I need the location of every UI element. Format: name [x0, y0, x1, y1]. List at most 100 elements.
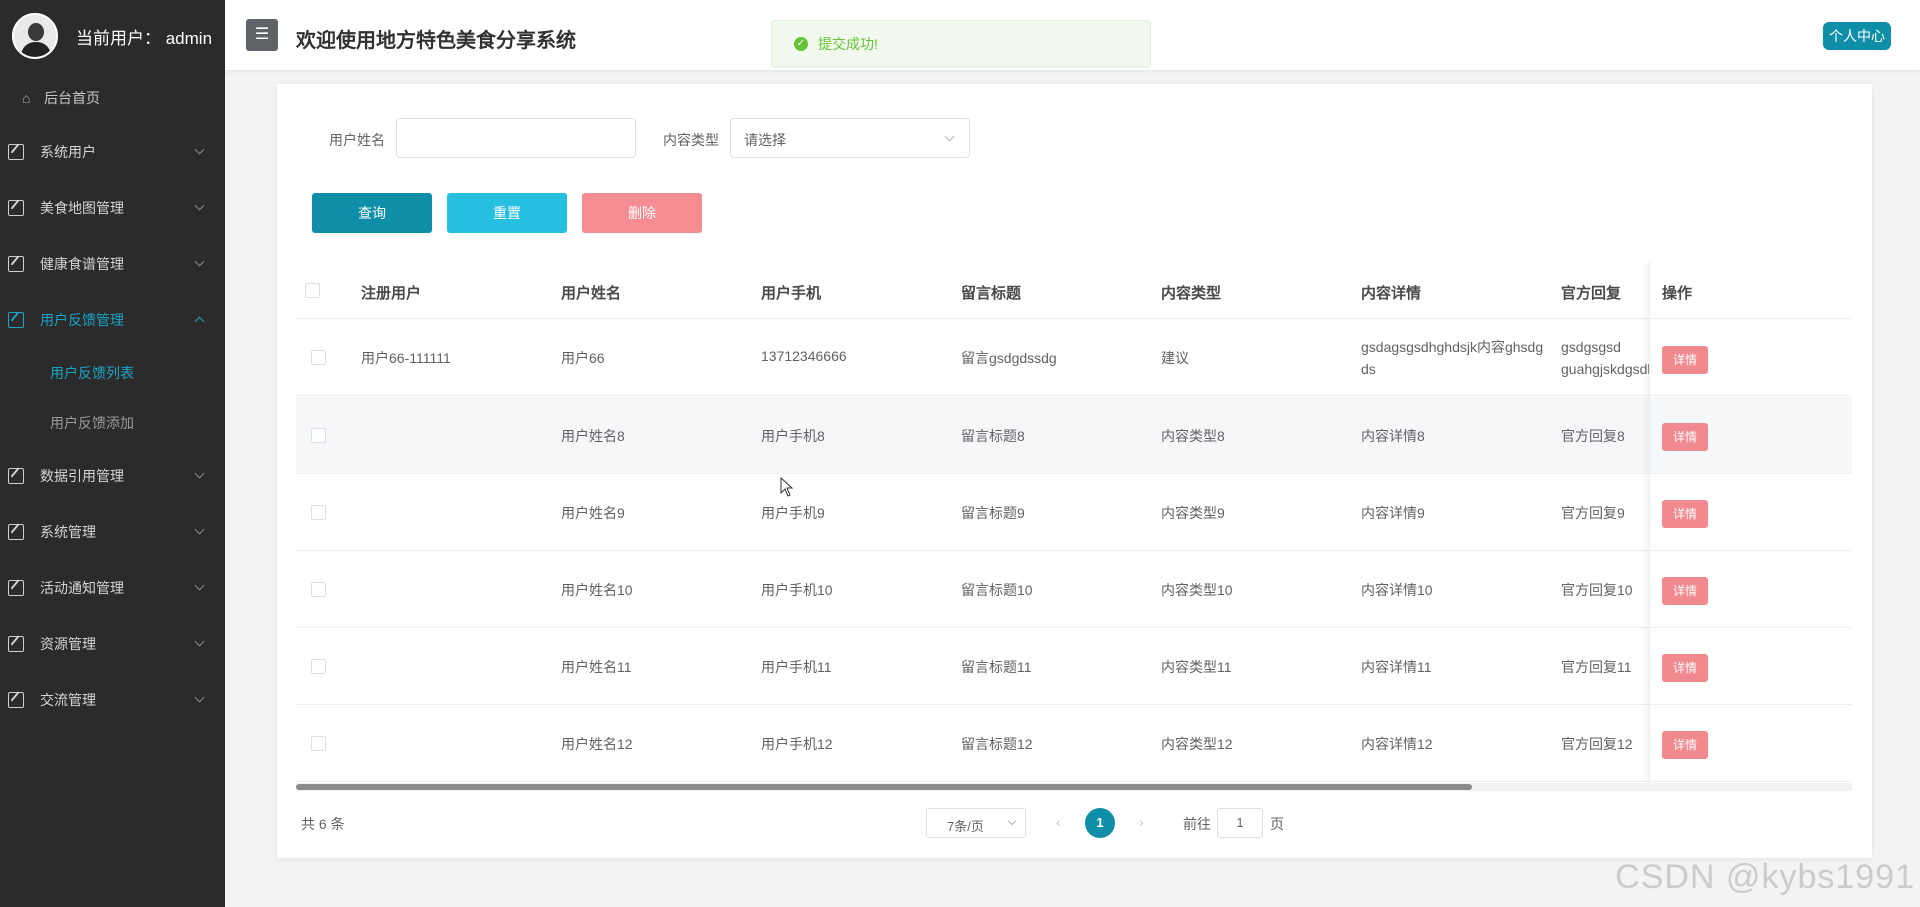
detail-button[interactable]: 详情: [1662, 346, 1708, 374]
row-checkbox[interactable]: [311, 582, 326, 597]
type-filter-select[interactable]: 请选择: [730, 118, 970, 158]
sidebar-item-label: 用户反馈管理: [40, 312, 124, 328]
edit-icon: [8, 312, 24, 328]
table-header: 注册用户 用户姓名 用户手机 留言标题 内容类型 内容详情 官方回复 操作: [296, 262, 1852, 319]
cell-title: 留言gsdgdssdg: [961, 350, 1057, 366]
cell-reply: 官方回复10: [1561, 582, 1633, 598]
cell-reply: 官方回复12: [1561, 736, 1633, 752]
name-filter-label: 用户姓名: [329, 132, 385, 148]
sidebar-item-resources[interactable]: 资源管理: [0, 616, 225, 672]
cell-content: 内容详情10: [1361, 582, 1433, 598]
cell-title: 留言标题10: [961, 582, 1033, 598]
main-card: 用户姓名 内容类型 请选择 查询 重置 删除 注册用户 用户姓名 用户手机 留言…: [277, 84, 1872, 858]
type-filter-value: 请选择: [744, 132, 786, 148]
cell-title: 留言标题11: [961, 659, 1032, 675]
cell-phone: 用户手机9: [761, 505, 825, 521]
name-filter-input[interactable]: [396, 118, 636, 158]
sidebar-item-activity-notice[interactable]: 活动通知管理: [0, 560, 225, 616]
personal-center-button[interactable]: 个人中心: [1823, 22, 1891, 50]
chevron-down-icon: [194, 144, 205, 155]
sidebar: 当前用户： admin ⌂ 后台首页 系统用户 美食地图管理 健康食谱管理 用户…: [0, 0, 225, 907]
menu-toggle-icon[interactable]: ☰: [246, 19, 278, 51]
sidebar-subitem-feedback-list[interactable]: 用户反馈列表: [0, 348, 225, 398]
scrollbar-thumb[interactable]: [296, 784, 1472, 790]
query-button[interactable]: 查询: [312, 193, 432, 233]
delete-button[interactable]: 删除: [582, 193, 702, 233]
cell-type: 内容类型12: [1161, 736, 1233, 752]
table-row: 用户姓名10 用户手机10 留言标题10 内容类型10 内容详情10 官方回复1…: [296, 551, 1852, 628]
cell-phone: 13712346666: [761, 348, 847, 364]
sidebar-item-label: 健康食谱管理: [40, 256, 124, 272]
cell-phone: 用户手机11: [761, 659, 832, 675]
row-checkbox[interactable]: [311, 505, 326, 520]
edit-icon: [8, 636, 24, 652]
chevron-down-icon: [194, 636, 205, 647]
cell-type: 内容类型8: [1161, 428, 1225, 444]
page-size-select[interactable]: 7条/页: [926, 808, 1026, 838]
cell-name: 用户66: [561, 350, 605, 366]
sidebar-item-label: 系统管理: [40, 524, 96, 540]
sidebar-item-data-reference[interactable]: 数据引用管理: [0, 448, 225, 504]
detail-button[interactable]: 详情: [1662, 654, 1708, 682]
cell-type: 内容类型9: [1161, 505, 1225, 521]
column-header: 官方回复: [1561, 285, 1622, 302]
horizontal-scrollbar[interactable]: [296, 783, 1852, 791]
column-header: 注册用户: [361, 285, 422, 302]
type-filter-label: 内容类型: [663, 132, 719, 148]
sidebar-item-food-map[interactable]: 美食地图管理: [0, 180, 225, 236]
detail-button[interactable]: 详情: [1662, 577, 1708, 605]
table-row: 用户姓名11 用户手机11 留言标题11 内容类型11 内容详情11 官方回复1…: [296, 628, 1852, 705]
home-icon: ⌂: [22, 90, 31, 106]
column-header: 用户姓名: [561, 285, 622, 302]
prev-page-icon[interactable]: ‹: [1056, 814, 1061, 830]
cell-name: 用户姓名12: [561, 736, 633, 752]
total-count: 共 6 条: [301, 816, 345, 832]
row-checkbox[interactable]: [311, 350, 326, 365]
sidebar-item-home[interactable]: ⌂ 后台首页: [0, 72, 225, 124]
detail-button[interactable]: 详情: [1662, 423, 1708, 451]
sidebar-item-label: 数据引用管理: [40, 468, 124, 484]
goto-label: 前往: [1183, 816, 1211, 832]
edit-icon: [8, 580, 24, 596]
row-checkbox[interactable]: [311, 428, 326, 443]
cell-phone: 用户手机8: [761, 428, 825, 444]
table-row: 用户姓名9 用户手机9 留言标题9 内容类型9 内容详情9 官方回复9: [296, 474, 1852, 551]
row-checkbox[interactable]: [311, 736, 326, 751]
sidebar-item-healthy-recipes[interactable]: 健康食谱管理: [0, 236, 225, 292]
cell-title: 留言标题8: [961, 428, 1025, 444]
detail-button[interactable]: 详情: [1662, 500, 1708, 528]
select-all-checkbox[interactable]: [305, 283, 320, 298]
sidebar-item-communication[interactable]: 交流管理: [0, 672, 225, 728]
cell-phone: 用户手机10: [761, 582, 833, 598]
sidebar-item-label: 后台首页: [44, 90, 100, 106]
reset-button[interactable]: 重置: [447, 193, 567, 233]
chevron-up-icon: [194, 316, 205, 327]
cell-content: 内容详情11: [1361, 659, 1432, 675]
cell-content: 内容详情8: [1361, 428, 1425, 444]
sidebar-subitem-feedback-add[interactable]: 用户反馈添加: [0, 398, 225, 448]
cell-reply: 官方回复11: [1561, 659, 1632, 675]
cell-user: 用户66-111111: [361, 350, 451, 366]
cell-phone: 用户手机12: [761, 736, 833, 752]
cell-type: 建议: [1161, 350, 1189, 366]
sidebar-item-label: 美食地图管理: [40, 200, 124, 216]
sidebar-item-feedback[interactable]: 用户反馈管理: [0, 292, 225, 348]
column-header: 用户手机: [761, 285, 822, 302]
goto-page-input[interactable]: 1: [1217, 808, 1263, 838]
avatar[interactable]: [12, 13, 58, 59]
chevron-down-icon: [194, 256, 205, 267]
success-toast: ✓ 提交成功!: [771, 20, 1151, 68]
cell-name: 用户姓名8: [561, 428, 625, 444]
sidebar-item-system-management[interactable]: 系统管理: [0, 504, 225, 560]
detail-button[interactable]: 详情: [1662, 731, 1708, 759]
next-page-icon[interactable]: ›: [1139, 814, 1144, 830]
chevron-down-icon: [1007, 816, 1017, 826]
page-size-value: 7条/页: [947, 819, 984, 834]
row-checkbox[interactable]: [311, 659, 326, 674]
sidebar-item-system-users[interactable]: 系统用户: [0, 124, 225, 180]
current-page-button[interactable]: 1: [1085, 808, 1115, 838]
sidebar-item-label: 活动通知管理: [40, 580, 124, 596]
table-row: 用户姓名12 用户手机12 留言标题12 内容类型12 内容详情12 官方回复1…: [296, 705, 1852, 782]
column-header: 留言标题: [961, 285, 1022, 302]
cell-name: 用户姓名11: [561, 659, 632, 675]
